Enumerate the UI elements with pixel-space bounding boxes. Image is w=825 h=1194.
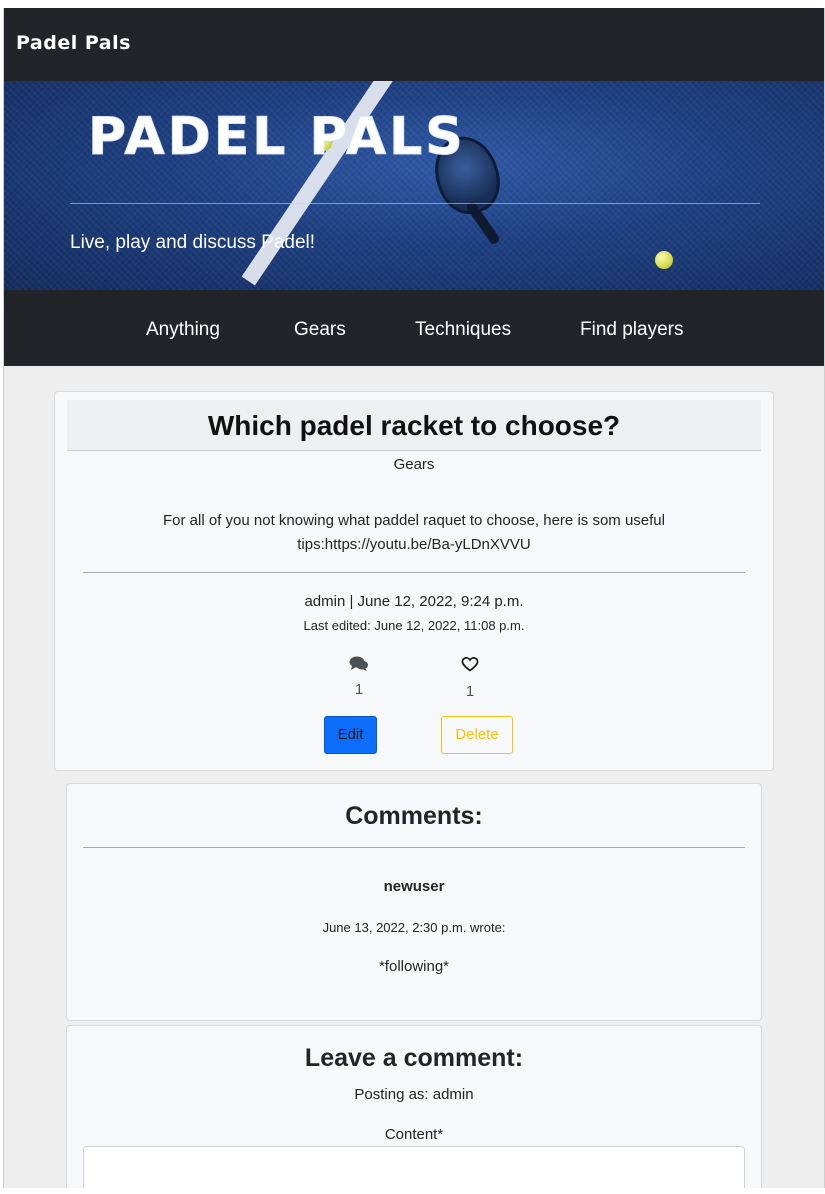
top-navbar: Padel Pals [4, 8, 824, 81]
browser-viewport: Padel Pals PADEL PALS Live, play and dis… [3, 8, 825, 1188]
post-body-line-2: tips:https://youtu.be/Ba-yLDnXVVU [297, 536, 531, 553]
post-title: Which padel racket to choose? [207, 410, 621, 441]
nav-item-gears[interactable]: Gears [294, 319, 346, 341]
post-meta: admin | June 12, 2022, 9:24 p.m. [304, 593, 524, 610]
comments-divider [83, 847, 745, 848]
edit-button[interactable]: Edit [324, 716, 377, 754]
brand-link[interactable]: Padel Pals [16, 32, 131, 54]
nav-item-find-players[interactable]: Find players [580, 319, 684, 341]
comment-count: 1 [354, 681, 364, 698]
post-category: Gears [393, 456, 435, 473]
comment-text: *following* [378, 958, 450, 975]
post-card: Which padel racket to choose? Gears For … [54, 391, 774, 771]
comment-content-textarea[interactable] [83, 1146, 745, 1188]
hero-title: PADEL PALS [88, 107, 466, 168]
post-last-edited: Last edited: June 12, 2022, 11:08 p.m. [303, 618, 525, 633]
leave-comment-heading: Leave a comment: [304, 1044, 524, 1072]
delete-button[interactable]: Delete [441, 716, 513, 754]
leave-comment-card: Leave a comment: Posting as: admin Conte… [66, 1025, 762, 1188]
nav-item-techniques[interactable]: Techniques [415, 319, 511, 341]
category-navbar: Anything Gears Techniques Find players [4, 290, 824, 366]
comments-card: Comments: newuser June 13, 2022, 2:30 p.… [66, 783, 762, 1021]
post-header: Which padel racket to choose? [67, 400, 761, 451]
hero-banner: PADEL PALS Live, play and discuss Padel! [4, 81, 824, 290]
post-divider [83, 572, 745, 573]
hero-divider [70, 203, 760, 204]
comments-heading: Comments: [345, 802, 483, 830]
tennis-ball-image [655, 251, 673, 269]
comments-icon [349, 656, 368, 671]
posting-as-label: Posting as: admin [354, 1086, 474, 1103]
nav-item-anything[interactable]: Anything [146, 319, 220, 341]
hero-subtitle: Live, play and discuss Padel! [70, 232, 316, 253]
heart-outline-icon[interactable] [461, 656, 479, 672]
comment-author: newuser [383, 878, 445, 895]
like-count: 1 [465, 683, 475, 700]
content-label: Content* [384, 1126, 444, 1143]
comment-date: June 13, 2022, 2:30 p.m. wrote: [322, 920, 506, 935]
post-body-line-1: For all of you not knowing what paddel r… [163, 512, 665, 529]
